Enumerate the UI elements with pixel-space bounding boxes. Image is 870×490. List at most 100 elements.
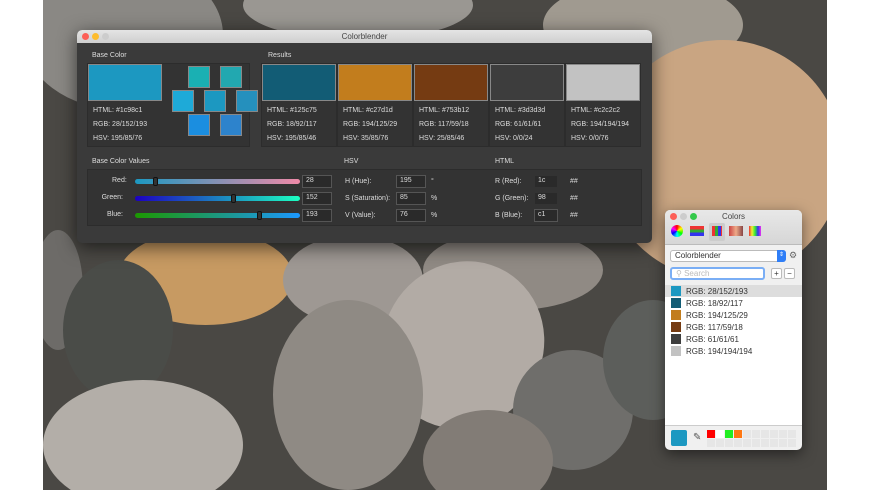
variant-swatch[interactable]: [220, 114, 242, 136]
favorite-swatch[interactable]: [734, 430, 742, 438]
favorite-swatch[interactable]: [752, 430, 760, 438]
favorite-swatch[interactable]: [779, 430, 787, 438]
result-html: HTML: #125c75: [267, 107, 317, 114]
result-swatch[interactable]: [262, 64, 336, 101]
hex-blue-field[interactable]: c1: [534, 209, 558, 222]
palettes-icon[interactable]: [709, 223, 725, 241]
variant-swatch[interactable]: [188, 114, 210, 136]
colors-panel: Colors Colorblender ⇕ ⚙ ⚲ Search + − RGB:…: [665, 210, 802, 450]
color-label: RGB: 194/125/29: [686, 310, 748, 320]
result-rgb: RGB: 117/59/18: [419, 121, 469, 128]
search-input[interactable]: ⚲ Search: [670, 267, 765, 280]
result-item: HTML: #753b12 RGB: 117/59/18 HSV: 25/85/46: [413, 63, 489, 147]
result-swatch[interactable]: [490, 64, 564, 101]
favorite-swatch[interactable]: [725, 430, 733, 438]
close-button[interactable]: [82, 33, 89, 40]
values-box: Red: Green: Blue: 28 152 193 H (Hue): S …: [87, 169, 642, 226]
base-html: HTML: #1c98c1: [93, 107, 143, 114]
result-item: HTML: #3d3d3d RGB: 61/61/61 HSV: 0/0/24: [489, 63, 565, 147]
base-rgb: RGB: 28/152/193: [93, 121, 148, 128]
color-label: RGB: 18/92/117: [686, 298, 743, 308]
colorblender-window: Colorblender Base Color Results HTML: #1…: [77, 30, 652, 243]
gear-icon[interactable]: ⚙: [789, 250, 797, 261]
favorite-swatch[interactable]: [743, 439, 751, 447]
hex-blue-label: B (Blue):: [495, 212, 523, 219]
result-html: HTML: #753b12: [419, 107, 470, 114]
eyedropper-icon[interactable]: ✎: [693, 432, 701, 443]
minimize-button[interactable]: [92, 33, 99, 40]
result-swatch[interactable]: [338, 64, 412, 101]
result-html: HTML: #c2c2c2: [571, 107, 621, 114]
add-color-button[interactable]: +: [771, 268, 782, 279]
saturation-field[interactable]: 85: [396, 192, 426, 205]
color-chip: [671, 286, 681, 296]
base-color-swatch[interactable]: [88, 64, 162, 101]
red-field[interactable]: 28: [302, 175, 332, 188]
colors-footer: ✎: [665, 425, 802, 450]
color-list-item[interactable]: RGB: 194/194/194: [665, 345, 802, 357]
result-item: HTML: #c2c2c2 RGB: 194/194/194 HSV: 0/0/76: [565, 63, 641, 147]
saturation-label: S (Saturation):: [345, 195, 391, 202]
favorite-swatch[interactable]: [752, 439, 760, 447]
green-slider[interactable]: [135, 194, 300, 203]
color-list-item[interactable]: RGB: 194/125/29: [665, 309, 802, 321]
variant-swatch[interactable]: [172, 90, 194, 112]
color-list: RGB: 28/152/193 RGB: 18/92/117 RGB: 194/12…: [665, 285, 802, 425]
image-palettes-icon[interactable]: [729, 226, 743, 236]
palette-select[interactable]: Colorblender ⇕: [670, 250, 786, 262]
hex-green-field[interactable]: 98: [534, 192, 558, 205]
result-swatch[interactable]: [414, 64, 488, 101]
result-hsv: HSV: 35/85/76: [343, 135, 389, 142]
pencils-icon[interactable]: [749, 226, 761, 236]
current-color-well[interactable]: [671, 430, 687, 446]
search-icon: ⚲: [676, 269, 685, 278]
favorite-swatch[interactable]: [716, 439, 724, 447]
hex-red-field[interactable]: 1c: [534, 175, 558, 188]
favorite-swatch[interactable]: [734, 439, 742, 447]
color-label: RGB: 61/61/61: [686, 334, 739, 344]
value-label: V (Value):: [345, 212, 376, 219]
remove-color-button[interactable]: −: [784, 268, 795, 279]
value-field[interactable]: 76: [396, 209, 426, 222]
variant-swatch[interactable]: [236, 90, 258, 112]
color-list-item[interactable]: RGB: 28/152/193: [665, 285, 802, 297]
green-field[interactable]: 152: [302, 192, 332, 205]
favorite-swatch[interactable]: [779, 439, 787, 447]
sliders-icon[interactable]: [690, 226, 704, 236]
hex-green-unit: ##: [570, 195, 578, 202]
favorite-swatch[interactable]: [770, 439, 778, 447]
favorite-swatch[interactable]: [761, 439, 769, 447]
favorite-swatch[interactable]: [761, 430, 769, 438]
result-info: HTML: #c2c2c2 RGB: 194/194/194 HSV: 0/0/76: [571, 104, 629, 146]
result-html: HTML: #c27d1d: [343, 107, 393, 114]
favorite-swatch[interactable]: [725, 439, 733, 447]
hex-red-label: R (Red):: [495, 178, 522, 185]
favorite-swatch[interactable]: [743, 430, 751, 438]
color-list-item[interactable]: RGB: 61/61/61: [665, 333, 802, 345]
color-list-item[interactable]: RGB: 117/59/18: [665, 321, 802, 333]
result-swatch[interactable]: [566, 64, 640, 101]
base-color-box: HTML: #1c98c1 RGB: 28/152/193 HSV: 195/8…: [87, 63, 258, 147]
color-wheel-icon[interactable]: [671, 225, 683, 237]
favorite-swatch[interactable]: [707, 430, 715, 438]
result-info: HTML: #c27d1d RGB: 194/125/29 HSV: 35/85/7…: [343, 104, 397, 146]
variant-swatch[interactable]: [204, 90, 226, 112]
favorite-swatch[interactable]: [788, 439, 796, 447]
variant-swatch[interactable]: [188, 66, 210, 88]
favorite-swatch[interactable]: [770, 430, 778, 438]
hue-field[interactable]: 195: [396, 175, 426, 188]
base-hsv: HSV: 195/85/76: [93, 135, 143, 142]
color-list-item[interactable]: RGB: 18/92/117: [665, 297, 802, 309]
title-bar: Colorblender: [77, 30, 652, 43]
variant-swatch[interactable]: [220, 66, 242, 88]
favorite-swatch[interactable]: [716, 430, 724, 438]
colors-toolbar: Colors: [665, 210, 802, 245]
zoom-button[interactable]: [102, 33, 109, 40]
base-values-heading: Base Color Values: [92, 158, 150, 165]
red-slider[interactable]: [135, 177, 300, 186]
blue-slider[interactable]: [135, 211, 300, 220]
favorite-swatch[interactable]: [707, 439, 715, 447]
blue-field[interactable]: 193: [302, 209, 332, 222]
base-color-heading: Base Color: [92, 52, 127, 59]
favorite-swatch[interactable]: [788, 430, 796, 438]
